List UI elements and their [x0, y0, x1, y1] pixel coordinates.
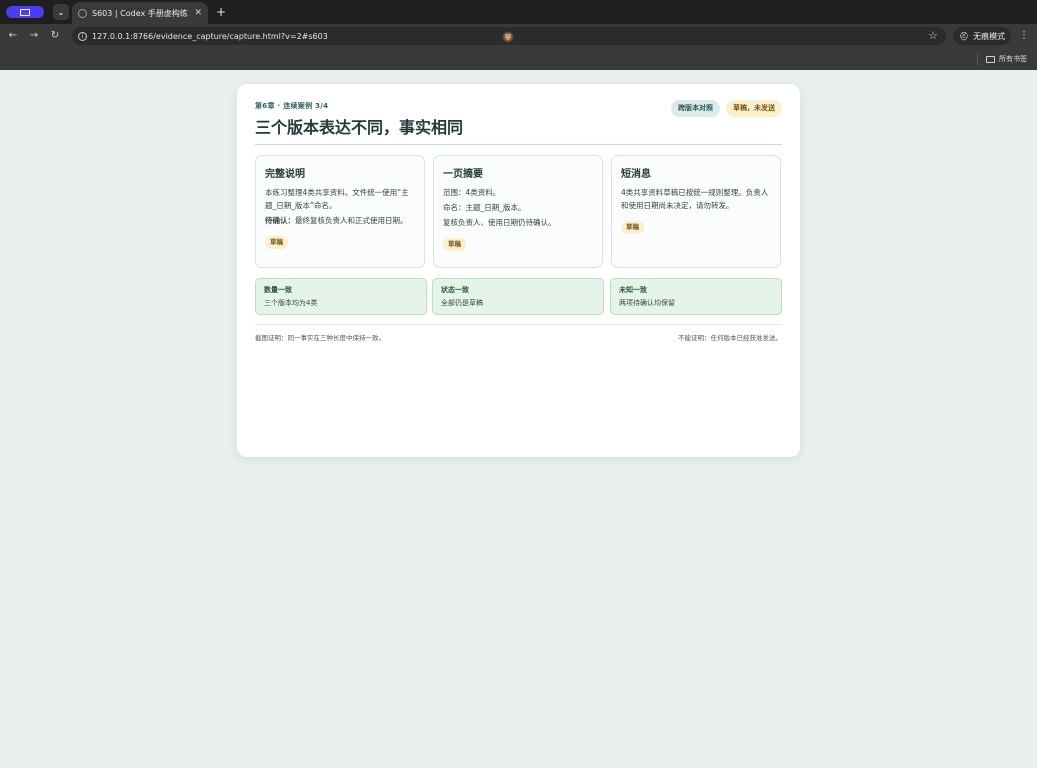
cannot-prove-note: 不能证明：任何版本已经获准发送。 — [678, 334, 782, 342]
version-text: 4类共享资料草稿已按统一规则整理。负责人和使用日期尚未决定，请勿转发。 — [621, 188, 769, 210]
version-text: 命名：主题_日期_版本。 — [443, 203, 526, 212]
site-info-icon[interactable]: i — [78, 31, 87, 41]
cross-version-badge: 跨版本对照 — [671, 100, 720, 117]
version-text: 复核负责人、使用日期仍待确认。 — [443, 218, 556, 227]
check-description: 三个版本均为4类 — [264, 299, 318, 307]
check-description: 两项待确认均保留 — [619, 299, 675, 307]
draft-tag: 草稿 — [621, 221, 644, 234]
check-unknowns-consistent: 未知一致 两项待确认均保留 — [610, 278, 782, 315]
chevron-down-icon: ⌄ — [57, 7, 65, 17]
status-badges: 跨版本对照 草稿，未发送 — [671, 100, 782, 117]
check-title: 数量一致 — [264, 286, 292, 294]
tab-title: S603 | Codex 手册虚构练习 — [92, 8, 190, 18]
mouse-cursor-icon: ▽ — [502, 31, 514, 43]
version-title: 一页摘要 — [443, 169, 483, 180]
window-icon — [20, 8, 30, 16]
version-title: 完整说明 — [265, 169, 305, 180]
page-title: 三个版本表达不同，事实相同 — [255, 118, 464, 137]
browser-toolbar: ← → ↻ i 127.0.0.1:8766/evidence_capture/… — [0, 24, 1037, 48]
footer-divider — [255, 324, 782, 325]
new-tab-button[interactable]: + — [214, 4, 228, 20]
forward-arrow-icon[interactable]: → — [26, 28, 42, 44]
title-divider — [255, 144, 782, 145]
screenshot-proves-note: 截图证明：同一事实在三种长度中保持一致。 — [255, 334, 385, 342]
browser-menu-icon[interactable]: ⋮ — [1017, 28, 1031, 44]
tab-strip: ⌄ S603 | Codex 手册虚构练习 ✕ + — [0, 0, 1037, 24]
reload-icon[interactable]: ↻ — [47, 28, 63, 44]
bookmarks-divider — [977, 53, 978, 65]
version-text: 范围：4类资料。 — [443, 188, 501, 197]
pending-label: 待确认： — [265, 216, 295, 225]
profile-button[interactable] — [6, 6, 44, 18]
chapter-kicker: 第6章 · 连续案例 3/4 — [255, 102, 329, 110]
check-title: 状态一致 — [441, 286, 469, 294]
version-pending: 待确认：最终复核负责人和正式使用日期。 — [265, 214, 415, 227]
draft-tag: 草稿 — [443, 238, 466, 251]
content-card: 第6章 · 连续案例 3/4 三个版本表达不同，事实相同 跨版本对照 草稿，未发… — [237, 84, 800, 457]
tab-search-button[interactable]: ⌄ — [53, 4, 69, 20]
draft-status-badge: 草稿，未发送 — [726, 100, 782, 117]
check-status-consistent: 状态一致 全部仍是草稿 — [432, 278, 604, 315]
version-one-page-summary: 一页摘要 范围：4类资料。 命名：主题_日期_版本。 复核负责人、使用日期仍待确… — [433, 155, 603, 268]
version-short-message: 短消息 4类共享资料草稿已按统一规则整理。负责人和使用日期尚未决定，请勿转发。 … — [611, 155, 781, 268]
pending-text: 最终复核负责人和正式使用日期。 — [295, 216, 408, 225]
back-arrow-icon[interactable]: ← — [5, 28, 21, 44]
check-count-consistent: 数量一致 三个版本均为4类 — [255, 278, 427, 315]
page-favicon-icon — [78, 8, 87, 18]
draft-tag: 草稿 — [265, 236, 288, 249]
incognito-icon: ⛑ — [958, 31, 970, 41]
incognito-button[interactable]: ⛑ 无痕模式 — [953, 27, 1011, 45]
tab-close-icon[interactable]: ✕ — [194, 8, 202, 18]
version-title: 短消息 — [621, 169, 651, 180]
bookmark-star-icon[interactable]: ☆ — [928, 29, 938, 43]
bookmarks-bar: 所有书签 — [0, 48, 1037, 70]
version-full-description: 完整说明 本练习整理4类共享资料。文件统一使用“主题_日期_版本”命名。 待确认… — [255, 155, 425, 268]
incognito-label: 无痕模式 — [973, 31, 1006, 41]
check-title: 未知一致 — [619, 286, 647, 294]
version-text: 本练习整理4类共享资料。文件统一使用“主题_日期_版本”命名。 — [265, 188, 409, 210]
active-tab[interactable]: S603 | Codex 手册虚构练习 ✕ — [72, 2, 208, 24]
all-bookmarks-button[interactable]: 所有书签 — [986, 52, 1027, 66]
check-description: 全部仍是草稿 — [441, 299, 483, 307]
folder-icon — [986, 55, 995, 63]
url-text[interactable]: 127.0.0.1:8766/evidence_capture/capture.… — [92, 32, 328, 41]
all-bookmarks-label: 所有书签 — [999, 55, 1027, 63]
